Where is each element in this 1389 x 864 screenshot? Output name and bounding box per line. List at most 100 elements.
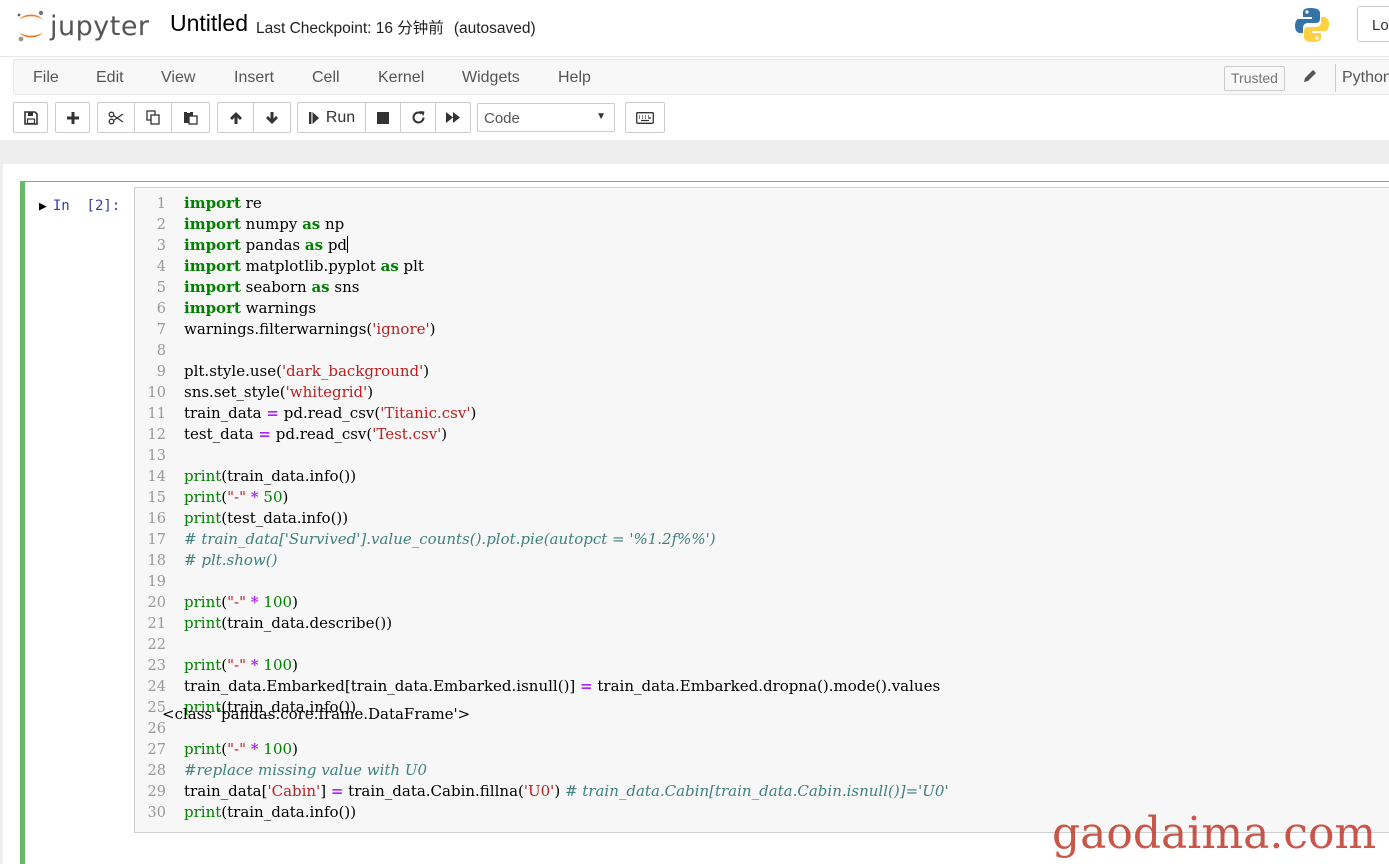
jupyter-logo[interactable]: jupyter [16,6,150,46]
move-up-button[interactable] [217,102,254,133]
notebook-name[interactable]: Untitled [170,10,248,37]
arrow-down-icon [266,111,278,124]
run-button[interactable]: Run [297,102,366,133]
line-number: 24 [147,679,166,695]
menu-edit[interactable]: Edit [96,69,124,87]
code-line[interactable]: 19 [135,571,1389,592]
code-line[interactable]: 3 import pandas as pd [135,235,1389,256]
code-line[interactable]: 22 [135,634,1389,655]
menu-insert[interactable]: Insert [234,69,274,87]
kernel-indicator[interactable]: Python [1335,64,1389,92]
code-line[interactable]: 7 warnings.filterwarnings('ignore') [135,319,1389,340]
line-number: 6 [156,301,166,317]
code-line[interactable]: 16 print(test_data.info()) [135,508,1389,529]
paste-button[interactable] [171,102,210,133]
trusted-indicator[interactable]: Trusted [1224,66,1285,91]
menubar: File Edit View Insert Cell Kernel Widget… [13,59,1389,95]
cut-icon [108,111,124,124]
code-line[interactable]: 12 test_data = pd.read_csv('Test.csv') [135,424,1389,445]
code-editor[interactable]: 1 import re 2 import numpy as np 3 import pan… [134,187,1389,833]
code-line[interactable]: 5 import seaborn as sns [135,277,1389,298]
menu-cell[interactable]: Cell [312,69,340,87]
line-number: 14 [147,469,166,485]
code-line[interactable]: 20 print("-" * 100) [135,592,1389,613]
code-line[interactable]: 28 #replace missing value with U0 [135,760,1389,781]
save-button[interactable] [13,102,48,133]
code-line[interactable]: 24 train_data.Embarked[train_data.Embarke… [135,676,1389,697]
fast-forward-icon [446,112,460,123]
line-number: 10 [147,385,166,401]
code-line[interactable]: 6 import warnings [135,298,1389,319]
line-number: 22 [147,637,166,653]
restart-button[interactable] [400,102,436,133]
code-line[interactable]: 23 print("-" * 100) [135,655,1389,676]
code-line[interactable]: 29 train_data['Cabin'] = train_data.Cabin… [135,781,1389,802]
python-logo-icon [1294,6,1330,49]
code-line[interactable]: 1 import re [135,193,1389,214]
menu-file[interactable]: File [33,69,59,87]
cell-type-value: Code [484,110,520,127]
code-line[interactable]: 4 import matplotlib.pyplot as plt [135,256,1389,277]
code-line[interactable]: 11 train_data = pd.read_csv('Titanic.csv'… [135,403,1389,424]
command-palette-button[interactable] [625,102,665,133]
code-line[interactable]: 15 print("-" * 50) [135,487,1389,508]
save-icon [23,110,38,125]
checkpoint-text: Last Checkpoint: 16 分钟前 [256,20,444,37]
text-cursor [347,236,349,253]
insert-cell-button[interactable] [55,102,90,133]
line-number: 13 [147,448,166,464]
code-line[interactable]: 2 import numpy as np [135,214,1389,235]
watermark: gaodaima.com [1052,808,1377,859]
restart-icon [412,111,424,124]
interrupt-button[interactable] [365,102,401,133]
line-number: 8 [156,343,166,359]
copy-button[interactable] [134,102,172,133]
code-text: import warnings [184,299,317,317]
cut-button[interactable] [97,102,135,133]
logo-text: jupyter [50,10,150,42]
line-number: 19 [147,574,166,590]
line-number: 3 [156,238,166,254]
menu-view[interactable]: View [161,69,195,87]
menu-help[interactable]: Help [558,69,591,87]
code-line[interactable]: 17 # train_data['Survived'].value_counts(… [135,529,1389,550]
code-line[interactable]: 13 [135,445,1389,466]
code-line[interactable]: 21 print(train_data.describe()) [135,613,1389,634]
code-line[interactable]: 10 sns.set_style('whitegrid') [135,382,1389,403]
jupyter-logo-icon [17,10,44,42]
paste-icon [184,111,198,125]
cell-output: <class 'pandas.core.frame.DataFrame'> [162,705,471,723]
autosave-text: (autosaved) [453,20,536,37]
line-number: 11 [147,406,166,422]
menu-widgets[interactable]: Widgets [462,69,520,87]
code-line[interactable]: 18 # plt.show() [135,550,1389,571]
menubar-container: File Edit View Insert Cell Kernel Widget… [0,56,1389,140]
line-number: 4 [156,259,166,275]
chevron-down-icon: ▼ [596,111,606,122]
code-text: # train_data['Survived'].value_counts().… [184,530,716,548]
code-cell[interactable]: ▶ In [2]: 1 import re 2 import numpy as np 3 i… [20,181,1389,864]
code-text: import pandas as pd [184,236,349,254]
line-number: 7 [156,322,166,338]
code-text: print(train_data.describe()) [184,614,393,632]
code-text: test_data = pd.read_csv('Test.csv') [184,425,448,443]
pencil-icon[interactable] [1303,69,1317,88]
code-line[interactable]: 27 print("-" * 100) [135,739,1389,760]
code-text: print("-" * 100) [184,740,298,758]
cell-type-select[interactable]: Code ▼ [477,103,615,132]
line-number: 20 [147,595,166,611]
line-number: 28 [147,763,166,779]
code-text: plt.style.use('dark_background') [184,362,430,380]
code-text: print("-" * 50) [184,488,289,506]
code-text: import matplotlib.pyplot as plt [184,257,424,275]
line-number: 18 [147,553,166,569]
restart-run-all-button[interactable] [435,102,471,133]
menu-kernel[interactable]: Kernel [378,69,424,87]
prompt-text: In [2]: [52,198,121,214]
code-line[interactable]: 14 print(train_data.info()) [135,466,1389,487]
code-text: sns.set_style('whitegrid') [184,383,374,401]
code-line[interactable]: 8 [135,340,1389,361]
move-down-button[interactable] [253,102,291,133]
code-line[interactable]: 9 plt.style.use('dark_background') [135,361,1389,382]
login-button[interactable]: Lo [1357,6,1389,42]
